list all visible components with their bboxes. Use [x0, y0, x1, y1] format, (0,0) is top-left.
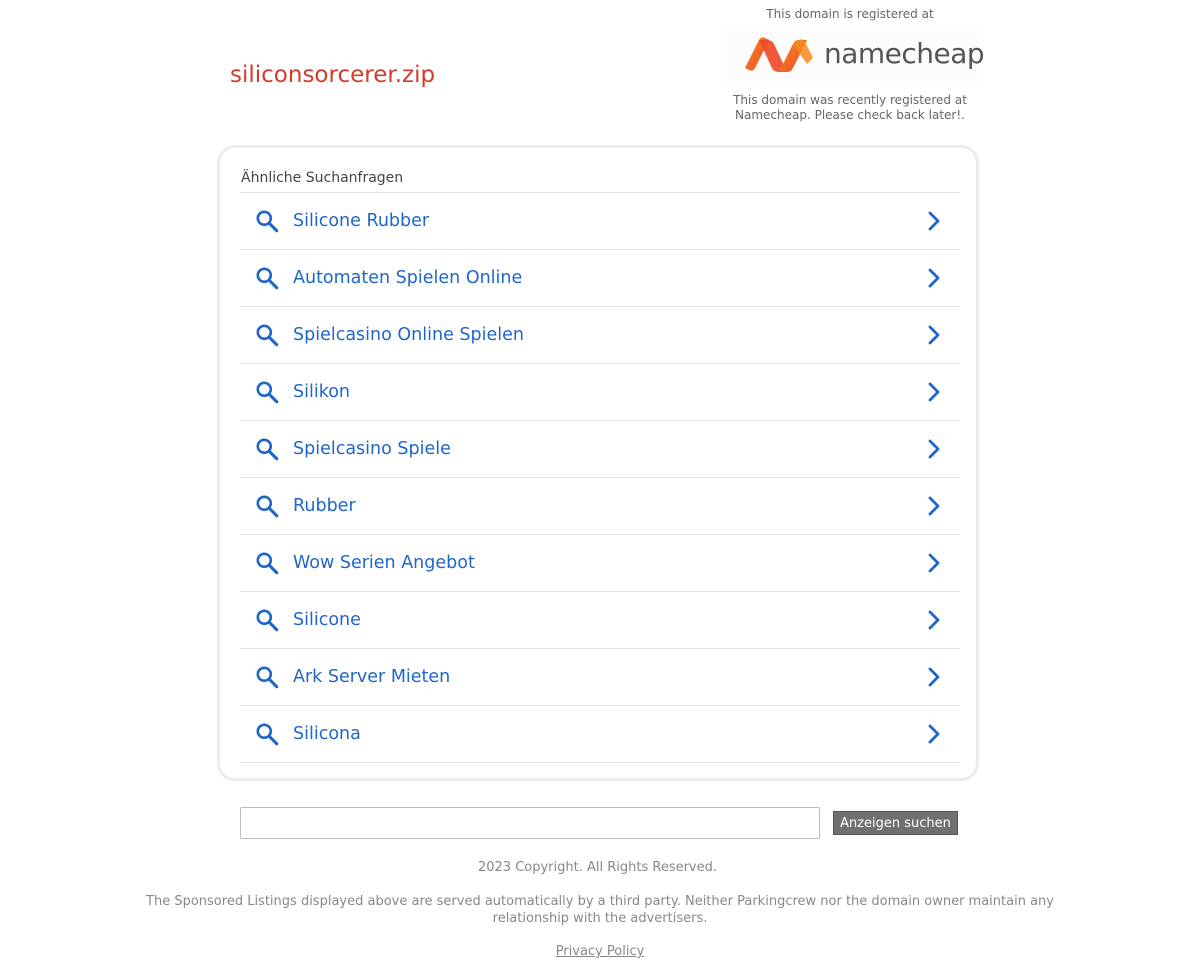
related-search-item[interactable]: Spielcasino Spiele — [240, 421, 960, 478]
search-icon — [256, 666, 279, 689]
related-search-label: Rubber — [293, 496, 356, 516]
search-icon — [256, 723, 279, 746]
search-icon — [256, 267, 279, 290]
privacy-policy: Privacy Policy — [0, 944, 1200, 959]
search-row: Anzeigen suchen — [240, 807, 960, 839]
related-search-item[interactable]: Silicona — [240, 706, 960, 763]
search-icon — [256, 381, 279, 404]
chevron-right-icon — [928, 439, 940, 459]
related-search-label: Silicone — [293, 610, 361, 630]
chevron-right-icon — [928, 553, 940, 573]
related-search-item[interactable]: Spielcasino Online Spielen — [240, 307, 960, 364]
registrar-label: This domain is registered at — [766, 7, 934, 21]
registrar-box: This domain is registered at namecheap T… — [718, 6, 985, 123]
related-search-item[interactable]: Silicone — [240, 592, 960, 649]
chevron-right-icon — [928, 496, 940, 516]
ads-search-input[interactable] — [240, 807, 820, 839]
chevron-right-icon — [928, 211, 940, 231]
related-search-item[interactable]: Silikon — [240, 364, 960, 421]
search-icon — [256, 609, 279, 632]
related-searches-heading: Ähnliche Suchanfragen — [241, 170, 404, 186]
related-search-label: Wow Serien Angebot — [293, 553, 475, 573]
related-searches-list: Silicone Rubber Automaten Spielen Online S… — [240, 192, 960, 763]
related-search-item[interactable]: Automaten Spielen Online — [240, 250, 960, 307]
namecheap-logo[interactable]: namecheap — [721, 26, 985, 86]
namecheap-logo-icon — [745, 37, 813, 72]
registrar-note: This domain was recently registered at N… — [718, 93, 982, 123]
related-searches-box: Ähnliche Suchanfragen Silicone Rubber Aut… — [217, 145, 979, 781]
registrar-note-line1: This domain was recently registered at — [733, 93, 967, 107]
search-icon — [256, 324, 279, 347]
related-search-label: Silicona — [293, 724, 361, 744]
search-icon — [256, 438, 279, 461]
chevron-right-icon — [928, 325, 940, 345]
chevron-right-icon — [928, 724, 940, 744]
related-search-label: Silikon — [293, 382, 351, 402]
related-search-label: Automaten Spielen Online — [293, 268, 523, 288]
related-search-item[interactable]: Ark Server Mieten — [240, 649, 960, 706]
domain-title: siliconsorcerer.zip — [230, 62, 436, 88]
registrar-note-line2: Namecheap. Please check back later!. — [735, 108, 965, 122]
related-search-item[interactable]: Rubber — [240, 478, 960, 535]
related-search-label: Spielcasino Online Spielen — [293, 325, 524, 345]
privacy-policy-link[interactable]: Privacy Policy — [556, 944, 645, 959]
search-icon — [256, 210, 279, 233]
ads-search-button[interactable]: Anzeigen suchen — [833, 811, 958, 835]
search-icon — [256, 552, 279, 575]
related-search-label: Spielcasino Spiele — [293, 439, 451, 459]
disclaimer-text: The Sponsored Listings displayed above a… — [146, 894, 1054, 926]
chevron-right-icon — [928, 610, 940, 630]
search-icon — [256, 495, 279, 518]
chevron-right-icon — [928, 268, 940, 288]
related-search-label: Silicone Rubber — [293, 211, 430, 231]
copyright-text: 2023 Copyright. All Rights Reserved. — [477, 860, 718, 875]
related-search-label: Ark Server Mieten — [293, 667, 451, 687]
namecheap-logo-text: namecheap — [824, 37, 985, 70]
page: siliconsorcerer.zip This domain is regis… — [0, 0, 1200, 974]
chevron-right-icon — [928, 382, 940, 402]
chevron-right-icon — [928, 667, 940, 687]
related-search-item[interactable]: Wow Serien Angebot — [240, 535, 960, 592]
related-search-item[interactable]: Silicone Rubber — [240, 193, 960, 250]
